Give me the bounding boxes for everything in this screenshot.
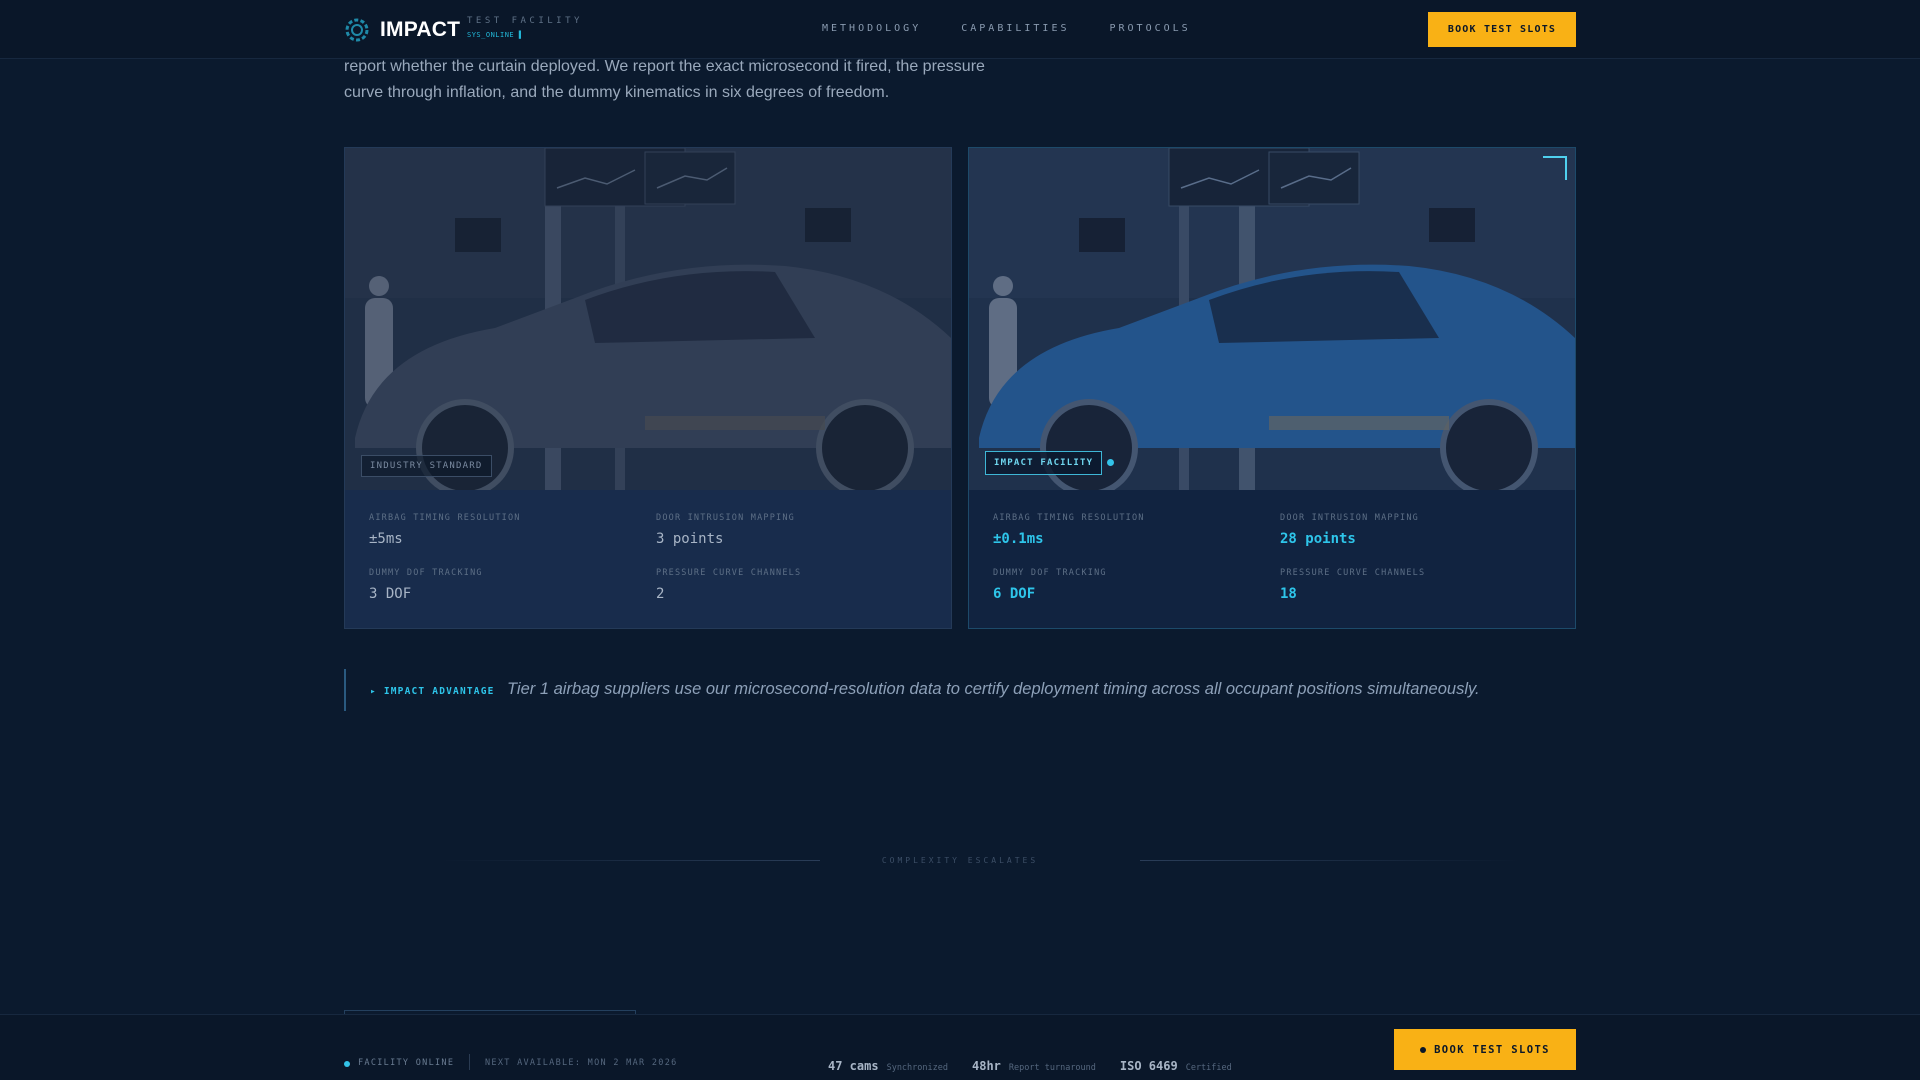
metric-label: PRESSURE CURVE CHANNELS	[656, 568, 802, 578]
metrics-grid: AIRBAG TIMING RESOLUTION ±0.1ms DOOR INT…	[993, 513, 1553, 602]
metric-value: 28 points	[1280, 531, 1356, 547]
advantage-accent-bar	[344, 669, 346, 711]
metric: AIRBAG TIMING RESOLUTION ±5ms	[369, 513, 656, 547]
comparison-card-industry: INDUSTRY STANDARD AIRBAG TIMING RESOLUTI…	[344, 147, 952, 629]
top-nav: IMPACT TEST FACILITY SYS_ONLINE ▌ METHOD…	[0, 0, 1920, 59]
nav-link-methodology[interactable]: METHODOLOGY	[822, 23, 921, 34]
footer-book-test-slots-button[interactable]: BOOK TEST SLOTS	[1394, 1029, 1576, 1070]
metric-value: 2	[656, 586, 665, 602]
metric-label: DOOR INTRUSION MAPPING	[656, 513, 795, 523]
metric-value: 18	[1280, 586, 1297, 602]
intro-paragraph: report whether the curtain deployed. We …	[344, 58, 985, 101]
metric-value: 6 DOF	[993, 586, 1036, 602]
metric-label: DUMMY DOF TRACKING	[369, 568, 483, 578]
nav-link-capabilities[interactable]: CAPABILITIES	[961, 23, 1069, 34]
metric-label: PRESSURE CURVE CHANNELS	[1280, 568, 1426, 578]
metric-value: 3 points	[656, 531, 724, 547]
metric: DUMMY DOF TRACKING 6 DOF	[993, 568, 1280, 602]
dot-icon	[1420, 1046, 1427, 1053]
stat-label: Certified	[1185, 1063, 1232, 1073]
metric: AIRBAG TIMING RESOLUTION ±0.1ms	[993, 513, 1280, 547]
tag-industry-standard: INDUSTRY STANDARD	[361, 455, 492, 477]
metric-value: 3 DOF	[369, 586, 412, 602]
metric-value: ±0.1ms	[993, 531, 1044, 547]
advantage-text: Tier 1 airbag suppliers use our microsec…	[507, 680, 1480, 698]
comparison-card-impact: IMPACT FACILITY AIRBAG TIMING RESOLUTION…	[968, 147, 1576, 629]
metric-label: DUMMY DOF TRACKING	[993, 568, 1107, 578]
stat-value: ISO 6469	[1119, 1059, 1178, 1073]
metrics-grid: AIRBAG TIMING RESOLUTION ±5ms DOOR INTRU…	[369, 513, 929, 602]
metric: PRESSURE CURVE CHANNELS 18	[1280, 568, 1553, 602]
metric-label: AIRBAG TIMING RESOLUTION	[369, 513, 521, 523]
live-indicator-dot	[1107, 459, 1114, 466]
metric: DOOR INTRUSION MAPPING 28 points	[1280, 513, 1553, 547]
footer-cta-label: BOOK TEST SLOTS	[1434, 1043, 1550, 1056]
nav-link-protocols[interactable]: PROTOCOLS	[1109, 23, 1190, 34]
stat-value: 47 cams	[828, 1059, 879, 1073]
metric-value: ±5ms	[369, 531, 403, 547]
metric: DUMMY DOF TRACKING 3 DOF	[369, 568, 656, 602]
crash-lab-photo	[345, 148, 951, 490]
corner-bracket	[1543, 156, 1567, 180]
nav-links: METHODOLOGY CAPABILITIES PROTOCOLS	[822, 23, 1191, 34]
section-divider-label: COMPLEXITY ESCALATES	[881, 856, 1039, 865]
metric: DOOR INTRUSION MAPPING 3 points	[656, 513, 929, 547]
stat-label: Report turnaround	[1008, 1063, 1096, 1073]
book-test-slots-button[interactable]: BOOK TEST SLOTS	[1428, 12, 1576, 47]
crash-lab-photo	[969, 148, 1575, 490]
advantage-label: ▸ IMPACT ADVANTAGE	[370, 686, 495, 697]
next-available: NEXT AVAILABLE: MON 2 MAR 2026	[485, 1058, 678, 1068]
footer-separator	[469, 1054, 470, 1070]
aperture-icon[interactable]	[345, 18, 369, 42]
facility-status: FACILITY ONLINE	[358, 1058, 455, 1068]
system-status: SYS_ONLINE ▌	[467, 31, 524, 39]
sticky-footer-bar: FACILITY ONLINE NEXT AVAILABLE: MON 2 MA…	[0, 1014, 1920, 1080]
stat: 48hr Report turnaround	[972, 1055, 1096, 1074]
stat: ISO 6469 Certified	[1120, 1055, 1232, 1074]
metric-label: AIRBAG TIMING RESOLUTION	[993, 513, 1145, 523]
footer-stats: 47 cams Synchronized 48hr Report turnaroun…	[828, 1055, 1232, 1074]
status-dot	[344, 1061, 350, 1067]
brand-name[interactable]: IMPACT	[380, 18, 460, 42]
stat-label: Synchronized	[886, 1063, 948, 1073]
tag-impact-facility: IMPACT FACILITY	[985, 451, 1103, 475]
brand-subtitle: TEST FACILITY	[467, 16, 583, 26]
metric-label: DOOR INTRUSION MAPPING	[1280, 513, 1419, 523]
stat-value: 48hr	[972, 1059, 1001, 1073]
stat: 47 cams Synchronized	[828, 1055, 948, 1074]
metric: PRESSURE CURVE CHANNELS 2	[656, 568, 929, 602]
